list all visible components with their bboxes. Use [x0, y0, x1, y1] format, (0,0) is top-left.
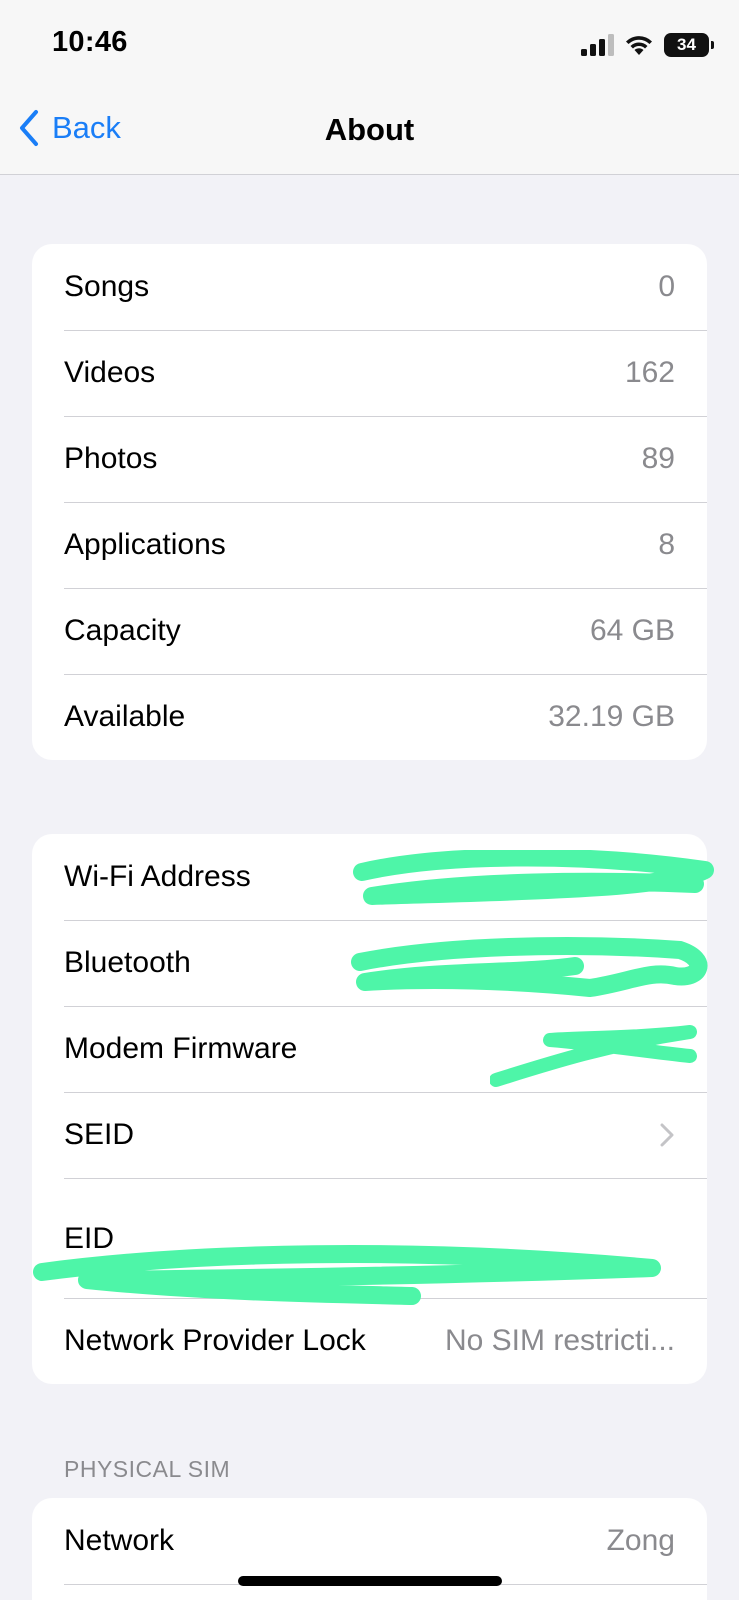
row-label: Network [64, 1524, 175, 1557]
status-icons: 34 [580, 30, 714, 60]
list-item-available: Available 32.19 GB [32, 674, 707, 760]
list-item-network: Network Zong [32, 1498, 707, 1584]
row-label: Modem Firmware [64, 1032, 298, 1065]
row-label: EID [64, 1222, 115, 1255]
list-item-videos: Videos 162 [32, 330, 707, 416]
row-label: Bluetooth [64, 946, 191, 979]
battery-icon: 34 [664, 33, 714, 57]
list-item-modem-firmware: Modem Firmware [32, 1006, 707, 1092]
row-value: No SIM restricti... [444, 1324, 675, 1357]
list-item-photos: Photos 89 [32, 416, 707, 502]
row-value: 89 [641, 442, 675, 475]
row-label: Songs [64, 270, 150, 303]
row-value: 64 GB [589, 614, 675, 647]
list-item-partial [32, 1584, 707, 1600]
list-item-wifi-address: Wi-Fi Address [32, 834, 707, 920]
list-item-network-provider-lock: Network Provider Lock No SIM restricti..… [32, 1298, 707, 1384]
cellular-signal-icon [581, 34, 614, 56]
list-item-eid: EID [32, 1178, 707, 1298]
row-label: Videos [64, 356, 156, 389]
row-value: 162 [624, 356, 675, 389]
media-stats-group: Songs 0 Videos 162 Photos 89 Application… [32, 244, 707, 760]
row-label: Capacity [64, 614, 181, 647]
row-value: Zong [606, 1524, 675, 1557]
chevron-right-icon [660, 1123, 674, 1147]
list-item-capacity: Capacity 64 GB [32, 588, 707, 674]
row-value: 32.19 GB [548, 700, 675, 733]
list-item-bluetooth: Bluetooth [32, 920, 707, 1006]
list-item-applications: Applications 8 [32, 502, 707, 588]
list-item-seid[interactable]: SEID [32, 1092, 707, 1178]
row-label: Wi-Fi Address [64, 860, 251, 893]
status-bar: 10:46 34 [0, 0, 739, 92]
status-time: 10:46 [52, 26, 128, 58]
navigation-bar: Back About [0, 92, 739, 175]
battery-level: 34 [677, 35, 696, 54]
row-label: SEID [64, 1118, 135, 1151]
row-value: 8 [658, 528, 675, 561]
row-label: Photos [64, 442, 158, 475]
row-label: Applications [64, 528, 226, 561]
page-title: About [324, 112, 415, 147]
wifi-icon [626, 36, 652, 55]
section-header-physical-sim: PHYSICAL SIM [64, 1456, 231, 1482]
device-info-group: Wi-Fi Address Bluetooth Modem Firmware S… [32, 834, 707, 1384]
list-item-songs: Songs 0 [32, 244, 707, 330]
row-value: 0 [658, 270, 675, 303]
row-label: Available [64, 700, 186, 733]
home-indicator [238, 1576, 502, 1586]
row-label: Network Provider Lock [64, 1324, 366, 1357]
